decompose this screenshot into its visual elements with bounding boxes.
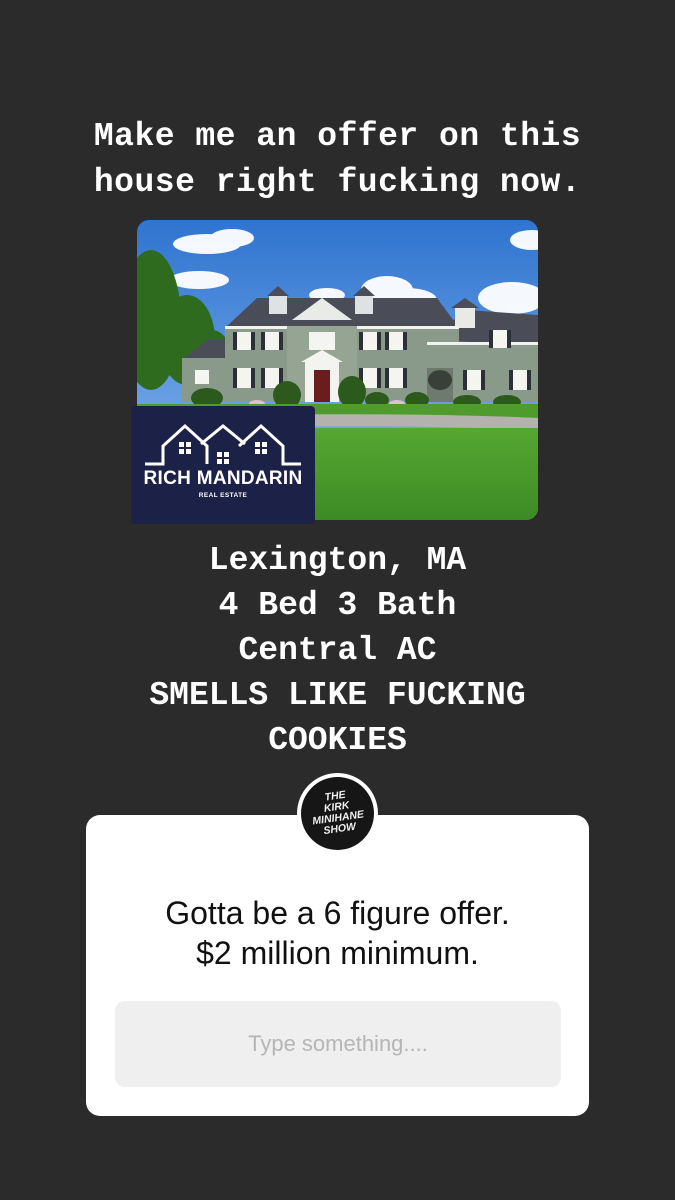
logo-company-name: RICH MANDARIN xyxy=(143,468,303,489)
show-logo-icon: THE KIRK MINIHANE SHOW xyxy=(301,777,374,850)
question-text: Gotta be a 6 figure offer. $2 million mi… xyxy=(86,893,589,973)
real-estate-logo: RICH MANDARIN REAL ESTATE xyxy=(131,406,315,524)
listing-details: Lexington, MA 4 Bed 3 Bath Central AC SM… xyxy=(0,538,675,763)
details-line-5: COOKIES xyxy=(268,722,407,759)
avatar-logo-text: THE KIRK MINIHANE SHOW xyxy=(301,786,374,840)
headline-line-1: Make me an offer on this xyxy=(93,118,582,155)
answer-input[interactable] xyxy=(115,1001,561,1087)
question-line-2: $2 million minimum. xyxy=(196,935,479,971)
houses-logo-icon xyxy=(145,423,301,466)
details-line-3: Central AC xyxy=(238,632,437,669)
headline-line-2: house right fucking now. xyxy=(93,164,582,201)
question-line-1: Gotta be a 6 figure offer. xyxy=(165,895,510,931)
story-headline: Make me an offer on this house right fuc… xyxy=(0,114,675,206)
details-line-4: SMELLS LIKE FUCKING xyxy=(149,677,526,714)
avatar: THE KIRK MINIHANE SHOW xyxy=(297,773,378,854)
question-sticker[interactable]: Gotta be a 6 figure offer. $2 million mi… xyxy=(86,815,589,1116)
logo-subtitle: REAL ESTATE xyxy=(198,492,248,499)
details-line-2: 4 Bed 3 Bath xyxy=(218,587,457,624)
details-line-1: Lexington, MA xyxy=(208,542,467,579)
